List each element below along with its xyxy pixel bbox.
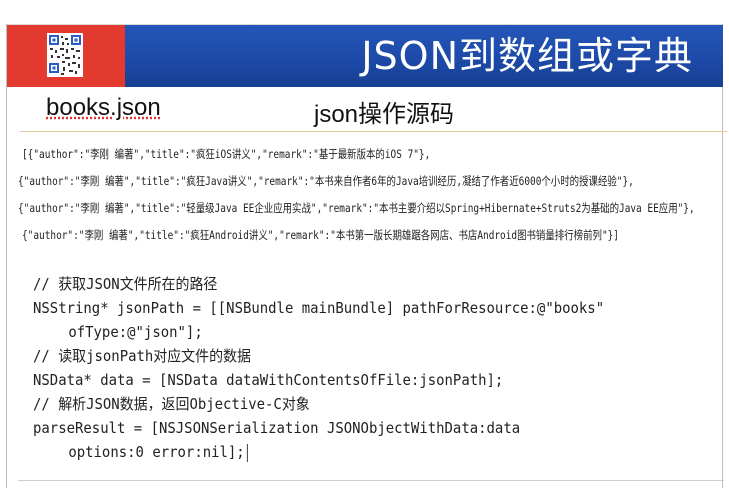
json-line: {"author":"李刚 编著","title":"疯狂Java讲义","re… <box>18 174 634 188</box>
code-line-last: options:0 error:nil]; <box>33 440 665 464</box>
json-content: [{"author":"李刚 编著","title":"疯狂iOS讲义","re… <box>18 141 718 249</box>
code-line-last-text: options:0 error:nil]; <box>68 443 245 461</box>
header-logo-area <box>7 25 125 87</box>
subtitle-json-source-text: json操作源码 <box>314 101 455 128</box>
slide-header: JSON到数组或字典 <box>7 25 723 87</box>
text-cursor <box>246 443 248 462</box>
page-title: JSON到数组或字典 <box>361 34 693 78</box>
header-title-area: JSON到数组或字典 <box>125 25 723 87</box>
code-comment: // 获取JSON文件所在的路径 <box>33 275 218 293</box>
qr-code-icon <box>47 33 83 77</box>
code-line: NSString* jsonPath = [[NSBundle mainBund… <box>33 299 605 317</box>
subtitle-books-json-text: books.json <box>46 94 161 121</box>
window-top-edge <box>0 0 729 25</box>
code-line: parseResult = [NSJSONSerialization JSONO… <box>33 419 521 437</box>
code-comment: // 读取jsonPath对应文件的数据 <box>33 347 251 365</box>
window-left-edge <box>0 24 7 488</box>
code-line: ofType:@"json"]; <box>68 323 203 341</box>
subtitle-books-json: books.json <box>46 94 161 122</box>
window-right-edge <box>722 24 729 488</box>
subtitle-json-source: json操作源码 <box>314 94 454 129</box>
section-divider <box>20 131 727 132</box>
code-comment: // 解析JSON数据，返回Objective-C对象 <box>33 395 310 413</box>
code-line: NSData* data = [NSData dataWithContentsO… <box>33 371 504 389</box>
bottom-divider <box>18 480 724 481</box>
json-line: [{"author":"李刚 编著","title":"疯狂iOS讲义","re… <box>22 147 431 161</box>
json-line: {"author":"李刚 编著","title":"轻量级Java EE企业应… <box>18 201 695 215</box>
code-block: // 获取JSON文件所在的路径 NSString* jsonPath = [[… <box>33 272 713 464</box>
slide: JSON到数组或字典 books.json json操作源码 [{"author… <box>0 0 729 488</box>
json-line: {"author":"李刚 编著","title":"疯狂Android讲义",… <box>22 228 619 242</box>
